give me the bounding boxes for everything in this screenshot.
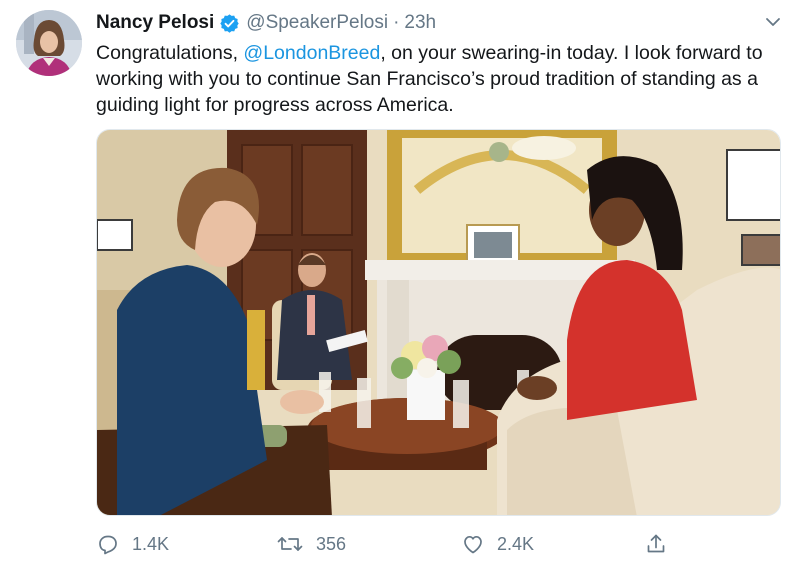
retweet-count: 356 <box>316 533 347 554</box>
reply-button[interactable]: 1.4K <box>96 530 169 558</box>
retweet-icon <box>276 532 304 556</box>
tweet-photo[interactable] <box>96 129 781 516</box>
mention-link[interactable]: @LondonBreed <box>243 42 380 64</box>
verified-badge-icon <box>219 13 240 34</box>
author-handle[interactable]: @SpeakerPelosi <box>246 12 388 34</box>
reply-icon <box>96 532 120 556</box>
tweet-text: Congratulations, @LondonBreed, on your s… <box>96 40 786 118</box>
heart-icon <box>461 532 485 556</box>
photo-image <box>97 130 780 515</box>
like-button[interactable]: 2.4K <box>461 530 534 558</box>
tweet[interactable]: Nancy Pelosi @SpeakerPelosi · 23h Congra… <box>0 0 797 563</box>
chevron-down-icon[interactable] <box>763 12 783 32</box>
timestamp[interactable]: 23h <box>404 12 436 34</box>
reply-count: 1.4K <box>132 533 170 554</box>
like-count: 2.4K <box>497 533 535 554</box>
retweet-button[interactable]: 356 <box>276 530 346 558</box>
tweet-actions: 1.4K 356 2.4K <box>96 530 696 558</box>
avatar-image <box>16 10 82 76</box>
author-name[interactable]: Nancy Pelosi <box>96 12 214 34</box>
separator-dot: · <box>393 12 400 33</box>
share-button[interactable] <box>644 530 668 558</box>
tweet-header: Nancy Pelosi @SpeakerPelosi · 23h <box>96 11 436 35</box>
share-icon <box>644 532 668 556</box>
tweet-text-start: Congratulations, <box>96 42 244 64</box>
avatar[interactable] <box>16 10 82 76</box>
